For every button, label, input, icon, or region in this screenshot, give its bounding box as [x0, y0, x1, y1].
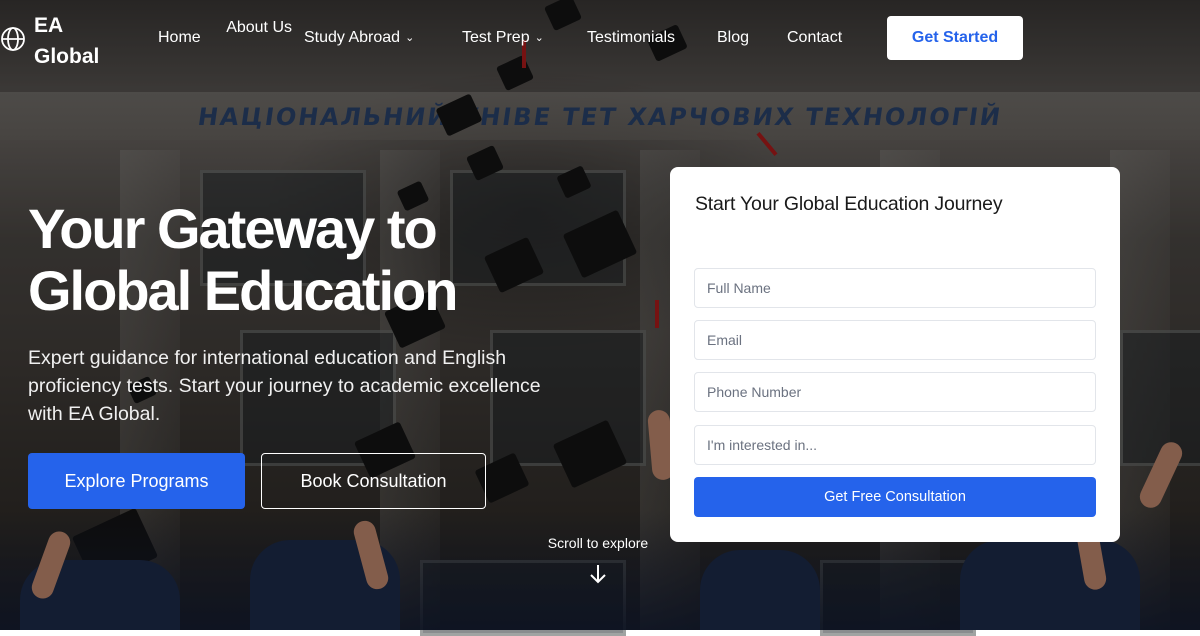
hero-subtitle: Expert guidance for international educat…: [28, 347, 541, 425]
nav-about-us[interactable]: About Us: [222, 16, 292, 40]
brand-logo[interactable]: EA Global: [0, 10, 114, 72]
get-free-consultation-button[interactable]: Get Free Consultation: [694, 477, 1096, 517]
globe-icon: [0, 26, 34, 57]
nav-testimonials[interactable]: Testimonials: [587, 29, 675, 47]
form-title: Start Your Global Education Journey: [695, 193, 1003, 215]
interest-field[interactable]: [694, 425, 1096, 465]
brand-name: EA Global: [34, 14, 100, 68]
explore-programs-button[interactable]: Explore Programs: [28, 453, 245, 509]
scroll-hint: Scroll to explore: [547, 535, 649, 551]
phone-number-field[interactable]: [694, 372, 1096, 412]
nav-test-prep-label: Test Prep: [462, 29, 530, 46]
nav-home[interactable]: Home: [158, 29, 201, 47]
nav-study-abroad-label: Study Abroad: [304, 29, 401, 46]
full-name-field[interactable]: [694, 268, 1096, 308]
chevron-down-icon: ⌄: [534, 32, 544, 45]
hero-title: Your Gateway to Global Education: [28, 197, 458, 322]
nav-test-prep[interactable]: Test Prep ⌄: [462, 29, 544, 47]
book-consultation-button[interactable]: Book Consultation: [261, 453, 486, 509]
top-navigation: EA Global Home About Us Study Abroad ⌄ Te…: [0, 0, 1200, 76]
nav-blog[interactable]: Blog: [717, 29, 749, 47]
nav-contact[interactable]: Contact: [787, 29, 842, 47]
get-started-button[interactable]: Get Started: [887, 16, 1023, 60]
consultation-form-card: Start Your Global Education Journey Get …: [670, 167, 1120, 542]
email-field[interactable]: [694, 320, 1096, 360]
arrow-down-icon[interactable]: [588, 562, 608, 586]
chevron-down-icon: ⌄: [405, 32, 415, 45]
nav-study-abroad[interactable]: Study Abroad ⌄: [304, 29, 414, 47]
